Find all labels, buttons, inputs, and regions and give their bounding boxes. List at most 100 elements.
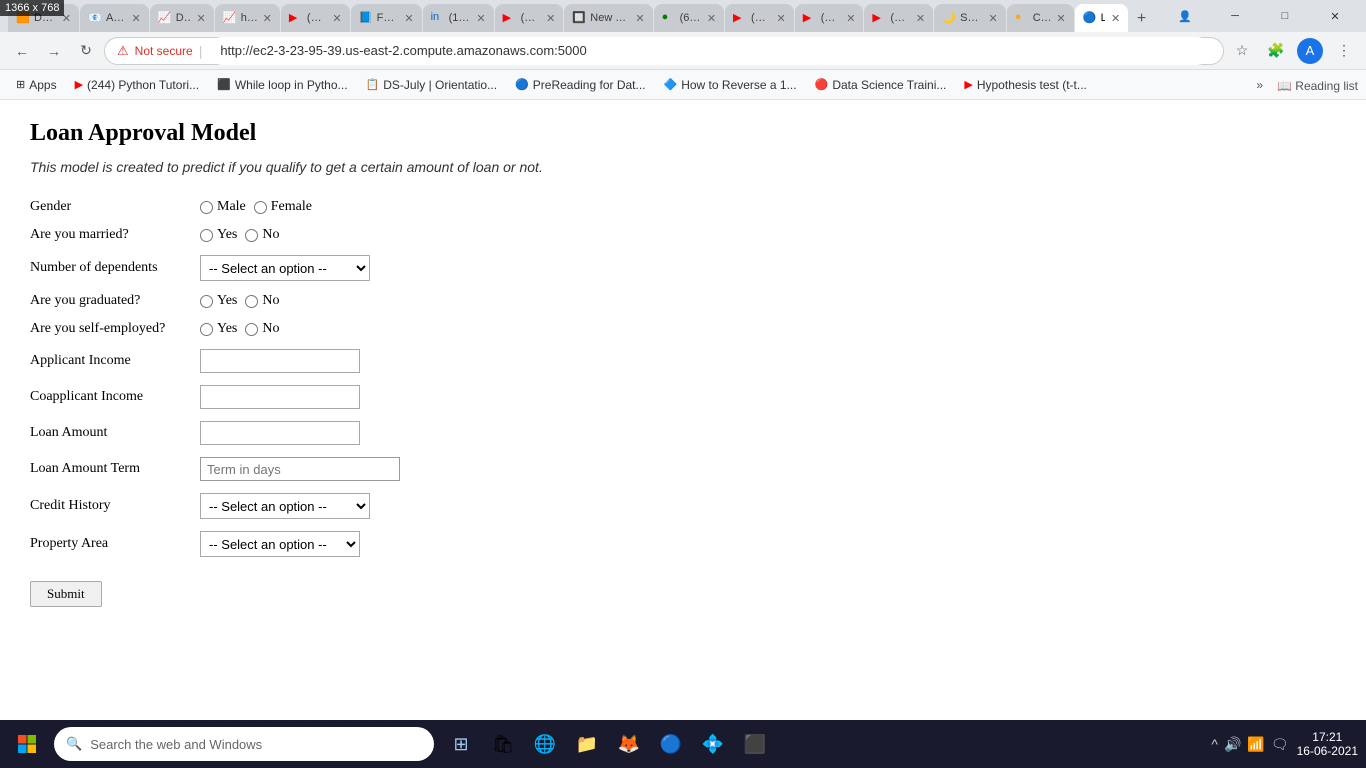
- selfemployed-yes-label[interactable]: Yes: [200, 321, 237, 337]
- tab-close-face[interactable]: ✕: [404, 12, 413, 25]
- gender-male-label[interactable]: Male: [200, 199, 246, 215]
- bookmark-apps[interactable]: ⊞ Apps: [8, 76, 65, 94]
- tab-yt4[interactable]: ▶ (450 ✕: [795, 4, 864, 32]
- married-yes-radio[interactable]: [200, 229, 213, 242]
- tab-close-yt5[interactable]: ✕: [916, 12, 925, 25]
- tab-close-current[interactable]: ✕: [1111, 12, 1120, 25]
- start-button[interactable]: [8, 725, 46, 763]
- taskbar-app7[interactable]: 💠: [694, 725, 732, 763]
- graduated-yes-label[interactable]: Yes: [200, 293, 237, 309]
- graduated-yes-radio[interactable]: [200, 295, 213, 308]
- window-profile-icon[interactable]: 👤: [1162, 0, 1208, 32]
- notification-icon[interactable]: 🗨: [1271, 736, 1289, 753]
- star-button[interactable]: ☆: [1228, 37, 1256, 65]
- married-label: Are you married?: [30, 227, 190, 243]
- loan-amount-input[interactable]: [200, 421, 360, 445]
- tab-g6v[interactable]: ● (6) V ✕: [654, 4, 724, 32]
- selfemployed-no-label[interactable]: No: [245, 321, 279, 337]
- title-bar: 🟧 DEM ✕ 📧 Anal ✕ 📈 Dat ✕ 📈 http ✕ ▶: [0, 0, 1366, 32]
- bookmark-prereading[interactable]: 🔵 PreReading for Dat...: [507, 76, 653, 94]
- close-button[interactable]: ✕: [1312, 0, 1358, 32]
- taskbar-store-app[interactable]: 🛍: [484, 725, 522, 763]
- dependents-select[interactable]: -- Select an option -- 0 1 2 3+: [200, 255, 370, 281]
- graduated-no-radio[interactable]: [245, 295, 258, 308]
- tab-close-yt3[interactable]: ✕: [777, 12, 786, 25]
- menu-button[interactable]: ⋮: [1330, 37, 1358, 65]
- property-area-select[interactable]: -- Select an option -- Urban Semiurban R…: [200, 531, 360, 557]
- credit-history-select[interactable]: -- Select an option -- 1 0: [200, 493, 370, 519]
- tab-http[interactable]: 📈 http ✕: [215, 4, 280, 32]
- reload-button[interactable]: ↻: [72, 37, 100, 65]
- taskbar-edge-app[interactable]: 🌐: [526, 725, 564, 763]
- maximize-button[interactable]: □: [1262, 0, 1308, 32]
- taskbar-files-app[interactable]: 📁: [568, 725, 606, 763]
- address-input[interactable]: [208, 37, 1211, 65]
- tab-con[interactable]: ● Con ✕: [1007, 4, 1074, 32]
- tab-face[interactable]: 📘 Face ✕: [351, 4, 422, 32]
- new-tab-button[interactable]: +: [1129, 6, 1154, 32]
- tab-close-yt1[interactable]: ✕: [332, 12, 341, 25]
- tab-yt5[interactable]: ▶ (450 ✕: [864, 4, 933, 32]
- tab-close-con[interactable]: ✕: [1056, 12, 1065, 25]
- gender-male-radio[interactable]: [200, 201, 213, 214]
- tab-anal[interactable]: 📧 Anal ✕: [80, 4, 149, 32]
- back-button[interactable]: ←: [8, 37, 36, 65]
- graduated-no-label[interactable]: No: [245, 293, 279, 309]
- tray-up-icon[interactable]: ^: [1211, 736, 1218, 752]
- taskbar-search-bar[interactable]: 🔍 Search the web and Windows: [54, 727, 434, 761]
- network-icon[interactable]: 📶: [1247, 736, 1264, 753]
- tab-close-http[interactable]: ✕: [263, 12, 272, 25]
- taskbar-chrome-app[interactable]: 🔵: [652, 725, 690, 763]
- tab-yt1[interactable]: ▶ (450 ✕: [281, 4, 350, 32]
- tab-yt3[interactable]: ▶ (450 ✕: [725, 4, 794, 32]
- tab-linkedin[interactable]: in (1) N ✕: [423, 4, 494, 32]
- bookmark-while[interactable]: ⬛ While loop in Pytho...: [209, 76, 355, 94]
- taskbar-terminal-app[interactable]: ⬛: [736, 725, 774, 763]
- selfemployed-no-radio[interactable]: [245, 323, 258, 336]
- tab-favicon-subs: 🌙: [942, 11, 956, 25]
- applicant-income-input[interactable]: [200, 349, 360, 373]
- taskbar-task-view[interactable]: ⊞: [442, 725, 480, 763]
- tab-subs[interactable]: 🌙 Subs ✕: [934, 4, 1006, 32]
- tab-close-anal[interactable]: ✕: [131, 12, 140, 25]
- married-no-label[interactable]: No: [245, 227, 279, 243]
- gender-female-radio[interactable]: [254, 201, 267, 214]
- tab-newtab[interactable]: 🔲 New Tab ✕: [564, 4, 652, 32]
- taskbar-clock[interactable]: 17:21 16-06-2021: [1297, 730, 1358, 758]
- tab-current[interactable]: 🔵 L ✕: [1075, 4, 1129, 32]
- submit-button[interactable]: Submit: [30, 581, 102, 607]
- tab-close-subs[interactable]: ✕: [988, 12, 997, 25]
- bookmark-reverse[interactable]: 🔷 How to Reverse a 1...: [656, 76, 805, 94]
- bookmarks-more-button[interactable]: »: [1248, 76, 1271, 94]
- coapplicant-income-input[interactable]: [200, 385, 360, 409]
- selfemployed-yes-radio[interactable]: [200, 323, 213, 336]
- bookmark-python[interactable]: ▶ (244) Python Tutori...: [67, 76, 208, 94]
- store-icon: 🛍: [492, 734, 515, 755]
- minimize-button[interactable]: ─: [1212, 0, 1258, 32]
- reading-list-button[interactable]: 📖 Reading list: [1277, 77, 1358, 93]
- tab-favicon-yt3: ▶: [733, 11, 747, 25]
- tab-close-yt2[interactable]: ✕: [546, 12, 555, 25]
- tab-favicon-linkedin: in: [431, 11, 445, 25]
- tab-close-newtab[interactable]: ✕: [635, 12, 644, 25]
- bookmark-ds-july[interactable]: 📋 DS-July | Orientatio...: [358, 76, 506, 94]
- volume-icon[interactable]: 🔊: [1224, 736, 1241, 753]
- tab-close-g6v[interactable]: ✕: [707, 12, 716, 25]
- tab-close-dat[interactable]: ✕: [196, 12, 205, 25]
- taskbar-firefox-app[interactable]: 🦊: [610, 725, 648, 763]
- loan-amount-term-input[interactable]: [200, 457, 400, 481]
- gender-female-label[interactable]: Female: [254, 199, 312, 215]
- married-yes-label[interactable]: Yes: [200, 227, 237, 243]
- married-no-radio[interactable]: [245, 229, 258, 242]
- tab-dat[interactable]: 📈 Dat ✕: [150, 4, 214, 32]
- extensions-button[interactable]: 🧩: [1262, 37, 1290, 65]
- tab-yt2[interactable]: ▶ (450 ✕: [495, 4, 564, 32]
- tab-close-yt4[interactable]: ✕: [846, 12, 855, 25]
- profile-button[interactable]: A: [1296, 37, 1324, 65]
- tab-close-linkedin[interactable]: ✕: [476, 12, 485, 25]
- bookmark-hypothesis[interactable]: ▶ Hypothesis test (t-t...: [956, 76, 1095, 94]
- forward-button[interactable]: →: [40, 37, 68, 65]
- bookmark-python-label: (244) Python Tutori...: [87, 78, 199, 92]
- bookmark-datasci[interactable]: 🔴 Data Science Traini...: [807, 76, 955, 94]
- tab-label-yt2: (450: [521, 12, 540, 24]
